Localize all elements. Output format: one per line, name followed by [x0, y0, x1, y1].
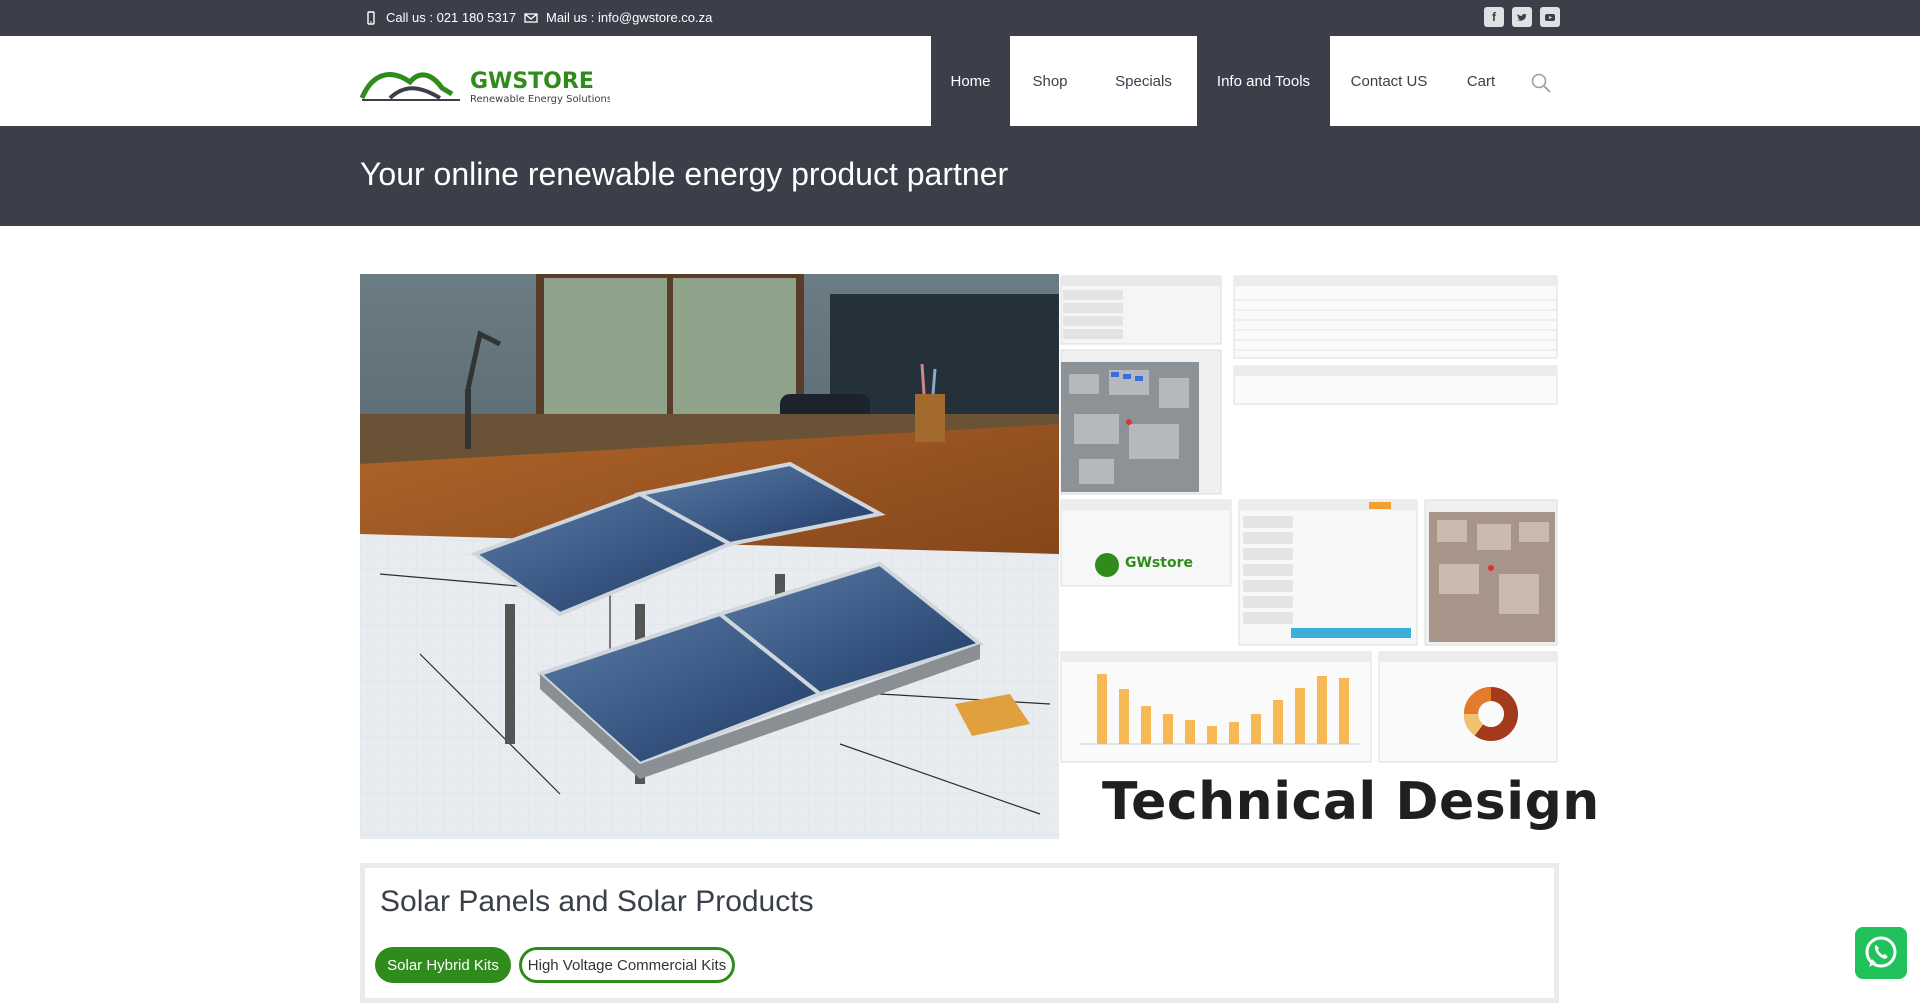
main-nav: Home Shop Specials Info and Tools Contac… [931, 36, 1514, 126]
nav-home[interactable]: Home [931, 36, 1010, 126]
nav-info-and-tools[interactable]: Info and Tools [1197, 36, 1330, 126]
top-bar: Call us : 021 180 5317 Mail us : info@gw… [0, 0, 1920, 36]
facebook-icon[interactable]: f [1484, 7, 1504, 27]
whatsapp-button[interactable] [1855, 927, 1907, 979]
tab-high-voltage-commercial-kits[interactable]: High Voltage Commercial Kits [519, 947, 735, 983]
logo-tagline: Renewable Energy Solutions [470, 94, 610, 105]
social-links: f [1484, 7, 1560, 27]
mail-us[interactable]: Mail us : info@gwstore.co.za [524, 10, 712, 25]
products-title: Solar Panels and Solar Products [380, 885, 814, 918]
gwstore-logo[interactable]: GWSTORE Renewable Energy Solutions [360, 64, 610, 108]
whatsapp-icon [1865, 936, 1897, 968]
tab-solar-hybrid-kits[interactable]: Solar Hybrid Kits [375, 947, 511, 983]
design-screenshots: GWstore [1059, 274, 1559, 839]
site-header: GWSTORE Renewable Energy Solutions Home … [0, 36, 1920, 126]
mail-us-text: Mail us : info@gwstore.co.za [546, 10, 713, 25]
hero-title: Your online renewable energy product par… [360, 156, 1009, 192]
dash-logo-text: GWstore [1125, 555, 1193, 571]
banner-image: GWstore [360, 274, 1559, 839]
youtube-icon[interactable] [1540, 7, 1560, 27]
phone-icon [367, 10, 375, 25]
nav-cart[interactable]: Cart [1448, 36, 1514, 126]
call-us-text: Call us : 021 180 5317 [386, 10, 517, 25]
call-us[interactable]: Call us : 021 180 5317 [364, 10, 516, 25]
products-section: Solar Panels and Solar Products Solar Hy… [360, 863, 1559, 1003]
nav-contact-us[interactable]: Contact US [1330, 36, 1448, 126]
twitter-icon[interactable] [1512, 7, 1532, 27]
hero-band: Your online renewable energy product par… [0, 126, 1920, 226]
solar-panel-photo [360, 274, 1059, 839]
top-bar-inner: Call us : 021 180 5317 Mail us : info@gw… [360, 0, 1560, 36]
banner-caption: Technical Design [1102, 772, 1600, 832]
logo-name: GWSTORE [470, 69, 594, 94]
nav-specials[interactable]: Specials [1090, 36, 1197, 126]
mail-icon [524, 12, 538, 23]
nav-shop[interactable]: Shop [1010, 36, 1090, 126]
search-icon[interactable] [1530, 72, 1552, 94]
